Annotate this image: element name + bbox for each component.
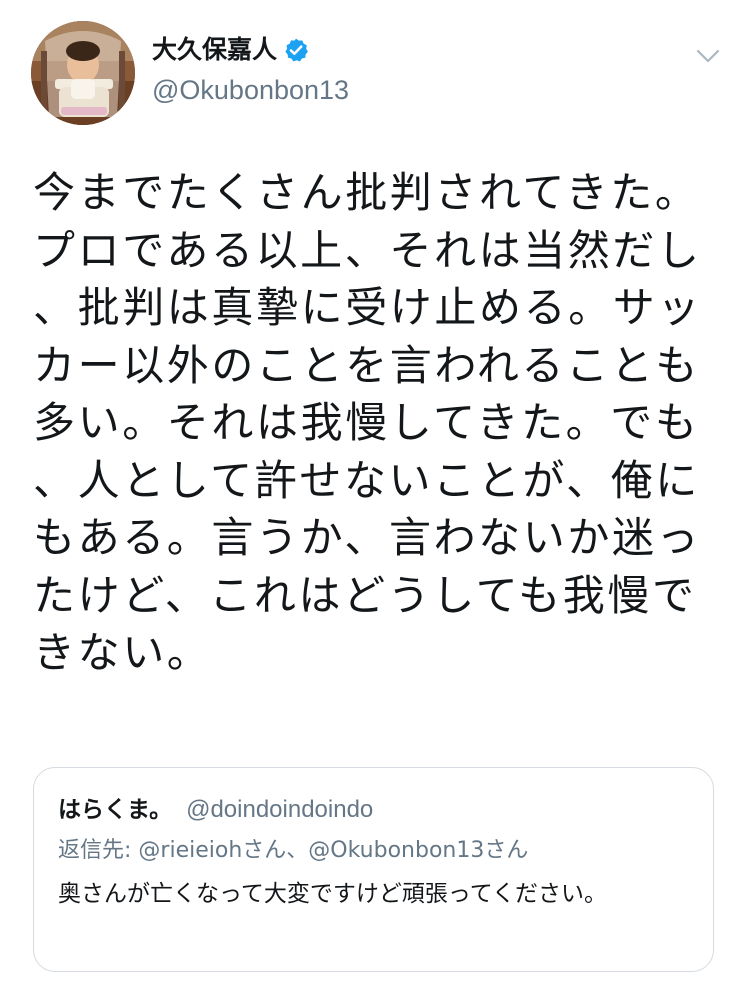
quoted-display-name: はらくま。	[58, 797, 173, 823]
quoted-tweet-card[interactable]: はらくま。 @doindoindoindo 返信先: @rieieiohさん、@…	[33, 767, 714, 972]
author-handle[interactable]: @Okubonbon13	[152, 74, 349, 106]
quoted-tweet-text: 奥さんが亡くなって大変ですけど頑張ってください。	[58, 881, 608, 907]
reply-to-user-2[interactable]: @Okubonbon13	[308, 838, 484, 863]
reply-prefix: 返信先:	[58, 838, 139, 863]
author-display-name-row[interactable]: 大久保嘉人	[152, 34, 309, 66]
tweet-header: 大久保嘉人 @Okubonbon13	[0, 0, 750, 150]
tweet-text: 今までたくさん批判されてきた。プロである以上、それは当然だし、批判は真摯に受け止…	[33, 168, 703, 677]
avatar[interactable]	[31, 21, 135, 125]
reply-to-line: 返信先: @rieieiohさん、@Okubonbon13さん	[58, 832, 528, 864]
reply-to-suffix-2: さん	[484, 838, 529, 863]
verified-badge-icon	[283, 37, 309, 63]
author-display-name[interactable]: 大久保嘉人	[152, 34, 277, 66]
quoted-tweet-header: はらくま。 @doindoindoindo	[58, 790, 373, 824]
reply-to-user-1[interactable]: @rieieioh	[138, 838, 242, 863]
chevron-down-icon[interactable]	[690, 42, 726, 70]
reply-to-suffix-1: さん、	[242, 838, 309, 863]
avatar-photo	[31, 21, 135, 125]
quoted-handle: @doindoindoindo	[186, 796, 374, 823]
